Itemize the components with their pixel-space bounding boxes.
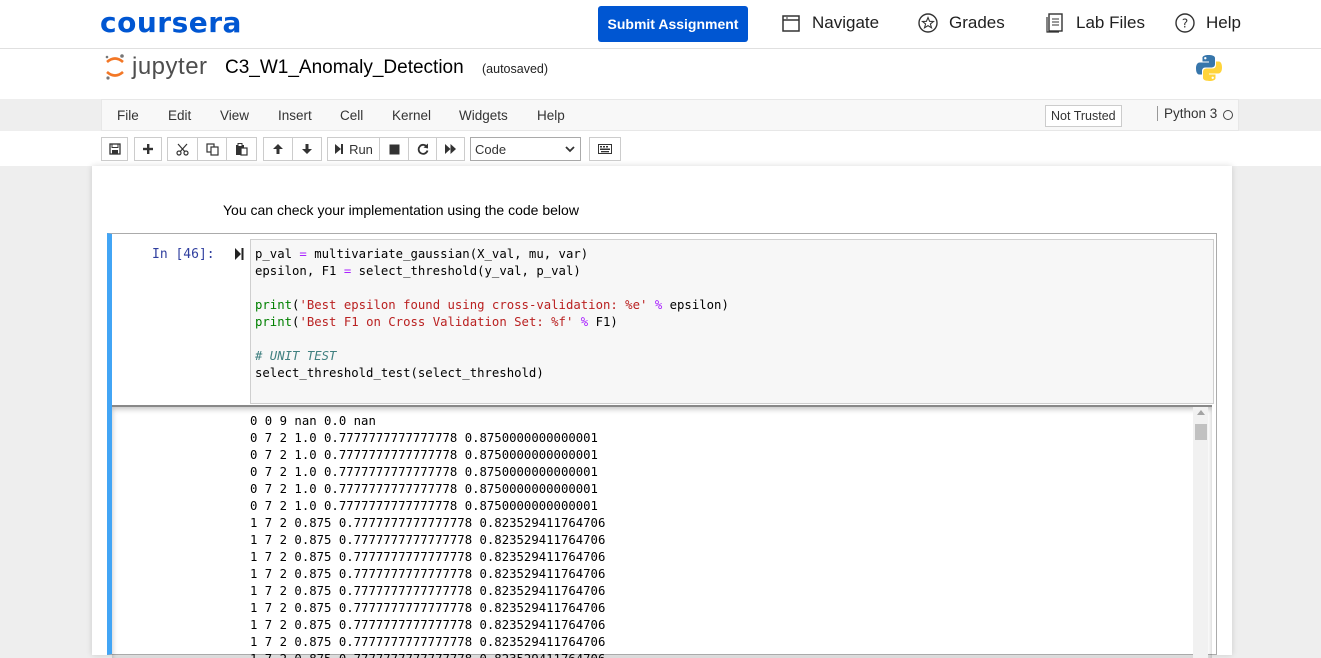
arrow-up-icon [273, 144, 283, 154]
chevron-down-icon [565, 146, 575, 153]
python-logo-icon [1194, 53, 1224, 88]
cell-type-value: Code [475, 141, 507, 157]
menu-edit[interactable]: Edit [168, 108, 191, 123]
grades-label: Grades [949, 13, 1005, 32]
output-line: 1 7 2 0.875 0.7777777777777778 0.8235294… [250, 618, 606, 632]
kernel-idle-indicator-icon [1223, 110, 1233, 120]
output-line: 0 7 2 1.0 0.7777777777777778 0.875000000… [250, 499, 598, 513]
copy-button[interactable] [197, 137, 227, 161]
move-up-button[interactable] [263, 137, 293, 161]
jupyter-logo-text: jupyter [132, 53, 208, 80]
keyboard-icon [598, 144, 612, 154]
output-line: 0 0 9 nan 0.0 nan [250, 414, 376, 428]
svg-text:?: ? [1182, 17, 1188, 31]
restart-run-all-button[interactable] [436, 137, 465, 161]
output-line: 1 7 2 0.875 0.7777777777777778 0.8235294… [250, 635, 606, 649]
navigate-icon [780, 12, 802, 34]
code-line: p_val = multivariate_gaussian(X_val, mu,… [255, 247, 589, 261]
menu-help[interactable]: Help [537, 108, 565, 123]
code-line: # UNIT TEST [255, 349, 337, 363]
restart-kernel-button[interactable] [408, 137, 437, 161]
output-line: 0 7 2 1.0 0.7777777777777778 0.875000000… [250, 448, 598, 462]
code-line: print('Best epsilon found using cross-va… [255, 298, 729, 312]
fast-forward-icon [445, 144, 456, 154]
output-text: 0 0 9 nan 0.0 nan 0 7 2 1.0 0.77777777777… [250, 413, 605, 658]
document-icon [1044, 12, 1066, 34]
restart-icon [417, 143, 428, 155]
help-icon: ? [1174, 12, 1196, 34]
jupyter-logo[interactable]: jupyter [104, 53, 208, 81]
cell-type-select[interactable]: Code [470, 137, 581, 161]
scroll-up-arrow-icon[interactable] [1197, 410, 1205, 415]
interrupt-kernel-button[interactable] [379, 137, 409, 161]
star-icon [917, 12, 939, 34]
grades-button[interactable]: Grades [917, 12, 1005, 34]
save-icon [108, 143, 121, 155]
run-cell-icon[interactable] [235, 248, 244, 260]
kernel-name[interactable]: Python 3 [1157, 106, 1217, 121]
scissors-icon [176, 143, 189, 156]
menu-widgets[interactable]: Widgets [459, 108, 508, 123]
output-line: 1 7 2 0.875 0.7777777777777778 0.8235294… [250, 584, 606, 598]
output-line: 1 7 2 0.875 0.7777777777777778 0.8235294… [250, 601, 606, 615]
code-line: select_threshold_test(select_threshold) [255, 366, 544, 380]
plus-icon [143, 144, 153, 154]
autosave-status: (autosaved) [482, 62, 549, 76]
menu-file[interactable]: File [117, 108, 139, 123]
insert-cell-button[interactable] [134, 137, 162, 161]
jupyter-logo-icon [105, 54, 124, 80]
output-scrollbar[interactable] [1193, 407, 1208, 658]
code-cell[interactable]: In [46]: p_val = multivariate_gaussian(X… [107, 233, 1217, 658]
output-area: 0 0 9 nan 0.0 nan 0 7 2 1.0 0.77777777777… [112, 405, 1212, 658]
lab-files-label: Lab Files [1076, 13, 1145, 32]
menu-view[interactable]: View [220, 108, 249, 123]
output-line: 1 7 2 0.875 0.7777777777777778 0.8235294… [250, 533, 606, 547]
markdown-cell-text[interactable]: You can check your implementation using … [223, 202, 579, 218]
output-line: 1 7 2 0.875 0.7777777777777778 0.8235294… [250, 550, 606, 564]
arrow-down-icon [302, 144, 312, 154]
menu-cell[interactable]: Cell [340, 108, 363, 123]
lab-files-button[interactable]: Lab Files [1044, 12, 1145, 34]
navigate-button[interactable]: Navigate [780, 12, 879, 34]
coursera-header: coursera Submit Assignment Navigate Grad… [0, 0, 1321, 49]
toolbar: Run Code [0, 131, 1321, 166]
output-line: 1 7 2 0.875 0.7777777777777778 0.8235294… [250, 567, 606, 581]
output-line: 1 7 2 0.875 0.7777777777777778 0.8235294… [250, 516, 606, 530]
code-line: epsilon, F1 = select_threshold(y_val, p_… [255, 264, 581, 278]
jupyter-header: jupyter C3_W1_Anomaly_Detection (autosav… [0, 49, 1321, 99]
code-line: print('Best F1 on Cross Validation Set: … [255, 315, 618, 329]
paste-button[interactable] [226, 137, 257, 161]
menu-kernel[interactable]: Kernel [392, 108, 431, 123]
command-palette-button[interactable] [589, 137, 621, 161]
input-prompt: In [46]: [152, 247, 215, 262]
help-label: Help [1206, 13, 1241, 32]
notebook-name[interactable]: C3_W1_Anomaly_Detection [225, 57, 464, 79]
output-line: 0 7 2 1.0 0.7777777777777778 0.875000000… [250, 431, 598, 445]
move-down-button[interactable] [292, 137, 322, 161]
menu-bar: File Edit View Insert Cell Kernel Widget… [101, 99, 1239, 131]
save-button[interactable] [101, 137, 128, 161]
navigate-label: Navigate [812, 13, 880, 32]
step-forward-icon [335, 144, 344, 154]
notebook-container: You can check your implementation using … [92, 166, 1232, 658]
code-editor[interactable]: p_val = multivariate_gaussian(X_val, mu,… [250, 239, 1214, 404]
help-button[interactable]: ? Help [1174, 12, 1241, 34]
output-line: 0 7 2 1.0 0.7777777777777778 0.875000000… [250, 465, 598, 479]
run-label: Run [349, 141, 373, 157]
paste-icon [236, 142, 248, 156]
output-line: 0 7 2 1.0 0.7777777777777778 0.875000000… [250, 482, 598, 496]
scrollbar-thumb[interactable] [1195, 424, 1207, 440]
run-button[interactable]: Run [327, 137, 380, 161]
copy-icon [205, 142, 219, 156]
code-text[interactable]: p_val = multivariate_gaussian(X_val, mu,… [255, 246, 729, 382]
submit-assignment-button[interactable]: Submit Assignment [598, 6, 748, 42]
not-trusted-button[interactable]: Not Trusted [1045, 105, 1122, 127]
cut-button[interactable] [167, 137, 198, 161]
menu-insert[interactable]: Insert [278, 108, 312, 123]
coursera-logo[interactable]: coursera [100, 6, 242, 39]
stop-icon [389, 144, 399, 154]
